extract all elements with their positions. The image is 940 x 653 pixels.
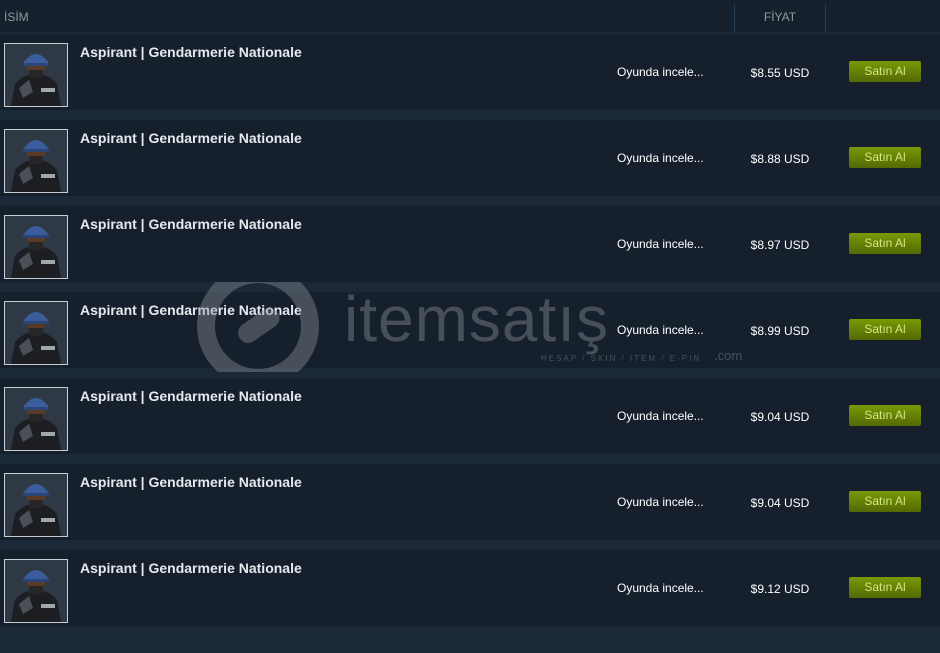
item-name[interactable]: Aspirant | Gendarmerie Nationale [80,130,302,146]
item-price: $8.97 USD [750,238,810,252]
item-name[interactable]: Aspirant | Gendarmerie Nationale [80,388,302,404]
operator-portrait-icon [5,302,67,364]
item-price: $8.99 USD [750,324,810,338]
item-price: $9.04 USD [750,410,810,424]
inspect-in-game-link[interactable]: Oyunda incele... [617,409,704,423]
buy-button[interactable]: Satın Al [849,147,921,168]
listing-row: Aspirant | Gendarmerie Nationale Oyunda … [0,292,940,368]
listing-row: Aspirant | Gendarmerie Nationale Oyunda … [0,464,940,540]
listing-row: Aspirant | Gendarmerie Nationale Oyunda … [0,120,940,196]
item-price: $8.88 USD [750,152,810,166]
operator-portrait-icon [5,474,67,536]
listing-row: Aspirant | Gendarmerie Nationale Oyunda … [0,550,940,626]
operator-portrait-icon [5,388,67,450]
item-thumbnail[interactable] [4,387,68,451]
inspect-in-game-link[interactable]: Oyunda incele... [617,237,704,251]
listing-header: İSİM FİYAT [0,0,940,32]
listing-row: Aspirant | Gendarmerie Nationale Oyunda … [0,206,940,282]
item-name[interactable]: Aspirant | Gendarmerie Nationale [80,474,302,490]
buy-button[interactable]: Satın Al [849,319,921,340]
operator-portrait-icon [5,44,67,106]
item-thumbnail[interactable] [4,559,68,623]
inspect-in-game-link[interactable]: Oyunda incele... [617,581,704,595]
inspect-in-game-link[interactable]: Oyunda incele... [617,495,704,509]
item-thumbnail[interactable] [4,43,68,107]
item-name[interactable]: Aspirant | Gendarmerie Nationale [80,302,302,318]
item-thumbnail[interactable] [4,473,68,537]
inspect-in-game-link[interactable]: Oyunda incele... [617,151,704,165]
item-price: $9.12 USD [750,582,810,596]
operator-portrait-icon [5,130,67,192]
column-header-price: FİYAT [734,4,826,32]
buy-button[interactable]: Satın Al [849,577,921,598]
listing-row: Aspirant | Gendarmerie Nationale Oyunda … [0,378,940,454]
operator-portrait-icon [5,216,67,278]
item-name[interactable]: Aspirant | Gendarmerie Nationale [80,216,302,232]
item-thumbnail[interactable] [4,129,68,193]
operator-portrait-icon [5,560,67,622]
inspect-in-game-link[interactable]: Oyunda incele... [617,323,704,337]
item-name[interactable]: Aspirant | Gendarmerie Nationale [80,44,302,60]
column-header-name: İSİM [4,10,29,24]
item-thumbnail[interactable] [4,301,68,365]
buy-button[interactable]: Satın Al [849,233,921,254]
item-name[interactable]: Aspirant | Gendarmerie Nationale [80,560,302,576]
item-price: $8.55 USD [750,66,810,80]
buy-button[interactable]: Satın Al [849,405,921,426]
inspect-in-game-link[interactable]: Oyunda incele... [617,65,704,79]
listing-row: Aspirant | Gendarmerie Nationale Oyunda … [0,34,940,110]
item-thumbnail[interactable] [4,215,68,279]
buy-button[interactable]: Satın Al [849,61,921,82]
buy-button[interactable]: Satın Al [849,491,921,512]
item-price: $9.04 USD [750,496,810,510]
